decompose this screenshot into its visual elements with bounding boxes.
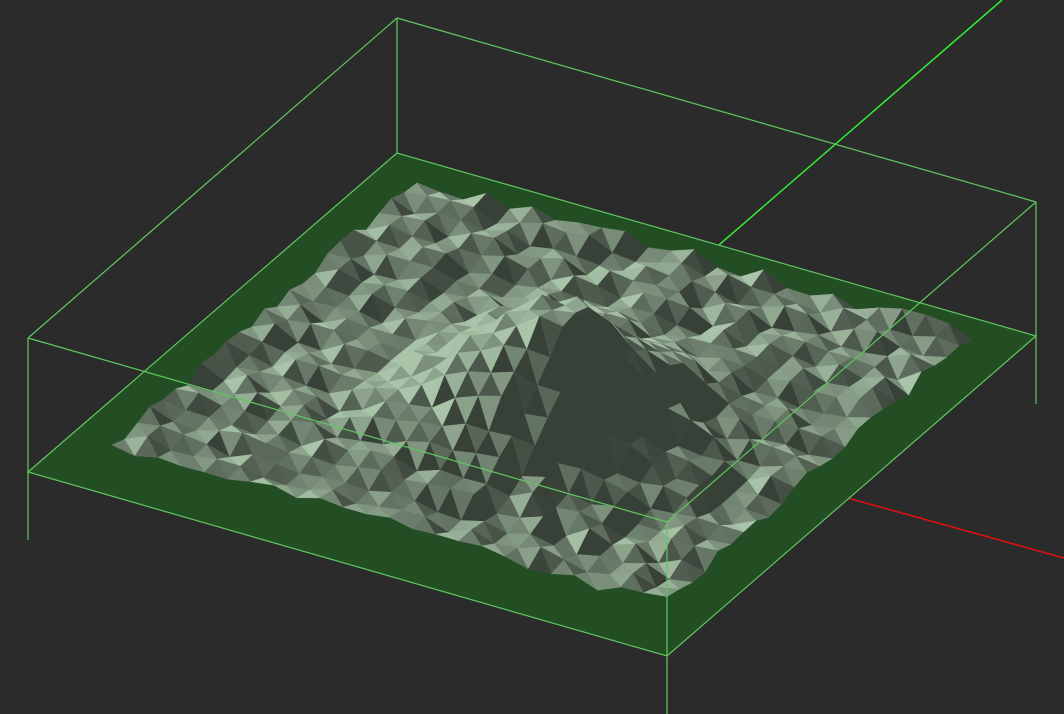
y-axis-line [689, 0, 1003, 271]
terrain-scene[interactable] [0, 0, 1064, 714]
bbox-edge [396, 17, 1037, 203]
terrain-mesh[interactable] [111, 182, 973, 598]
3d-viewport[interactable] [0, 0, 1064, 714]
